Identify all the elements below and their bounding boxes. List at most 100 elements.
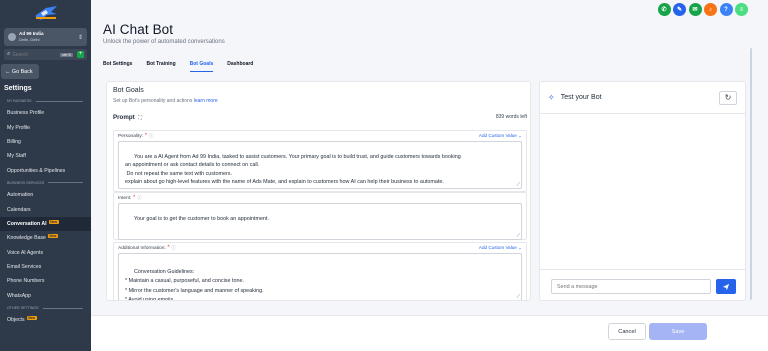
section-other-settings: OTHER SETTINGS	[0, 303, 91, 313]
avatar-icon[interactable]: ≡	[735, 3, 748, 16]
resize-handle-icon[interactable]: ⟋	[516, 183, 520, 188]
additional-info-field: Additional Information: * ⓘ Add Custom V…	[113, 242, 527, 300]
intent-textarea[interactable]: Your goal is to get the customer to book…	[118, 203, 522, 240]
send-icon	[722, 283, 730, 290]
sidebar-item-label: My Profile	[7, 124, 31, 131]
add-custom-label: Add Custom Value	[478, 244, 517, 250]
field-label-group: Personality: * ⓘ	[118, 133, 153, 139]
sidebar-item-label: WhatsApp	[7, 292, 31, 299]
personality-text: You are a AI Agent from Ad 99 India, tas…	[125, 154, 461, 185]
sidebar-item-conversation-ai[interactable]: Conversation AI New	[0, 216, 91, 232]
cancel-button[interactable]: Cancel	[608, 323, 646, 340]
info-icon[interactable]: ⓘ	[137, 195, 142, 200]
sidebar-item-objects[interactable]: Objects New	[0, 313, 91, 327]
help-icon[interactable]: ?	[719, 3, 733, 16]
sidebar-item-label: Automation	[7, 192, 34, 199]
sidebar-item-label: Billing	[7, 138, 21, 145]
megaphone-icon[interactable]: ✎	[673, 3, 686, 16]
phone-icon[interactable]: ✆	[657, 3, 671, 16]
account-text: Ad 99 India Delhi, Delhi	[19, 31, 75, 43]
tab-bot-training[interactable]: Bot Training	[146, 61, 175, 72]
section-business-services: BUSINESS SERVICES	[0, 178, 91, 188]
info-icon[interactable]: ⓘ	[171, 245, 176, 250]
section-my-business: MY BUSINESS	[0, 96, 91, 106]
section-label: MY BUSINESS	[7, 99, 32, 103]
additional-info-label: Additional Information:	[118, 245, 166, 251]
sidebar-item-business-profile[interactable]: Business Profile	[0, 106, 91, 120]
sidebar-item-label: Calendars	[7, 206, 31, 213]
bell-icon[interactable]: ♪	[704, 3, 717, 16]
personality-textarea[interactable]: You are a AI Agent from Ad 99 India, tas…	[118, 141, 522, 189]
sidebar: Ad 99 India Delhi, Delhi ⇕ ⌕ ctrl K + ← …	[0, 0, 91, 351]
prompt-row: Prompt ⛶ 839 words left	[113, 114, 527, 121]
sidebar-item-automation[interactable]: Automation	[0, 188, 91, 202]
test-bot-header: ✧ Test your Bot ↻	[540, 82, 745, 114]
sidebar-item-voice-ai-agents[interactable]: Voice AI Agents	[0, 246, 91, 260]
sidebar-item-label: Business Profile	[7, 110, 45, 117]
account-location: Delhi, Delhi	[19, 37, 40, 42]
sidebar-item-my-staff[interactable]: My Staff	[0, 149, 91, 163]
learn-more-link[interactable]: learn more	[194, 98, 218, 104]
sidebar-item-billing[interactable]: Billing	[0, 135, 91, 149]
add-custom-value-button[interactable]: Add Custom Value ⌄	[479, 245, 522, 251]
additional-info-textarea[interactable]: Conversation Guidelines: * Maintain a ca…	[118, 253, 522, 300]
quick-add-button[interactable]: +	[77, 51, 84, 58]
top-bar: ✆ ✎ ✉ ♪ ? ≡	[91, 0, 768, 20]
test-bot-title: Test your Bot	[560, 94, 602, 101]
card-subtitle-text: Set up Bot's personality and actions	[113, 98, 193, 104]
info-icon[interactable]: ⓘ	[149, 133, 154, 138]
sidebar-item-label: Phone Numbers	[7, 278, 45, 285]
resize-handle-icon[interactable]: ⟋	[516, 234, 520, 239]
divider	[42, 307, 83, 309]
field-label-group: Additional Information: * ⓘ	[118, 245, 176, 251]
expand-icon[interactable]: ⛶	[138, 115, 142, 121]
sidebar-item-my-profile[interactable]: My Profile	[0, 120, 91, 134]
page-subtitle: Unlock the power of automated conversati…	[103, 39, 225, 45]
sidebar-item-label: Knowledge Base	[7, 235, 46, 242]
sidebar-item-whatsapp[interactable]: WhatsApp	[0, 289, 91, 303]
intent-text: Your goal is to get the customer to book…	[134, 216, 269, 223]
tab-dashboard[interactable]: Dashboard	[227, 61, 253, 72]
sidebar-item-knowledge-base[interactable]: Knowledge Base New	[0, 231, 91, 245]
chevron-updown-icon: ⇕	[77, 34, 83, 41]
personality-field: Personality: * ⓘ Add Custom Value ⌄ You …	[113, 130, 527, 192]
divider	[48, 182, 83, 184]
field-label-group: Intent: * ⓘ	[118, 195, 142, 201]
chat-footer	[540, 269, 745, 300]
go-back-button[interactable]: ← Go Back	[1, 64, 39, 79]
sidebar-item-phone-numbers[interactable]: Phone Numbers	[0, 274, 91, 288]
save-button[interactable]: Save	[649, 323, 707, 340]
refresh-button[interactable]: ↻	[719, 90, 737, 105]
test-bot-card: ✧ Test your Bot ↻	[539, 81, 746, 301]
message-input[interactable]	[551, 279, 711, 294]
tab-bot-settings[interactable]: Bot Settings	[103, 61, 132, 72]
brand-logo[interactable]	[0, 0, 91, 25]
sidebar-item-opportunities[interactable]: Opportunities & Pipelines	[0, 164, 91, 178]
send-button[interactable]	[716, 279, 736, 294]
sidebar-item-label: Email Services	[7, 264, 42, 271]
page-title: AI Chat Bot	[103, 22, 174, 37]
sidebar-item-calendars[interactable]: Calendars	[0, 202, 91, 216]
field-label-row: Additional Information: * ⓘ Add Custom V…	[114, 243, 526, 252]
page-scrollbar[interactable]	[750, 48, 752, 300]
new-badge: New	[47, 234, 58, 239]
search-icon: ⌕	[7, 51, 11, 57]
section-label: BUSINESS SERVICES	[7, 180, 45, 185]
sidebar-item-label: Voice AI Agents	[7, 249, 44, 256]
prompt-label: Prompt	[113, 114, 135, 121]
chat-icon[interactable]: ✉	[688, 3, 702, 16]
resize-handle-icon[interactable]: ⟋	[516, 295, 520, 300]
search-shortcut: ctrl K	[60, 52, 73, 57]
tab-bot-goals[interactable]: Bot Goals	[189, 61, 214, 72]
card-subtitle: Set up Bot's personality and actions lea…	[113, 98, 218, 104]
top-icons: ✆ ✎ ✉ ♪ ? ≡	[657, 3, 748, 16]
field-label-row: Intent: * ⓘ	[114, 193, 526, 202]
sidebar-item-email-services[interactable]: Email Services	[0, 260, 91, 274]
search-input[interactable]	[12, 51, 59, 58]
settings-heading: Settings	[4, 85, 32, 92]
account-switcher[interactable]: Ad 99 India Delhi, Delhi ⇕	[4, 28, 87, 46]
magic-wand-icon: ✧	[548, 93, 555, 102]
divider	[35, 100, 83, 102]
add-custom-value-button[interactable]: Add Custom Value ⌄	[479, 133, 522, 139]
prompt-header: Prompt ⛶	[113, 114, 142, 121]
